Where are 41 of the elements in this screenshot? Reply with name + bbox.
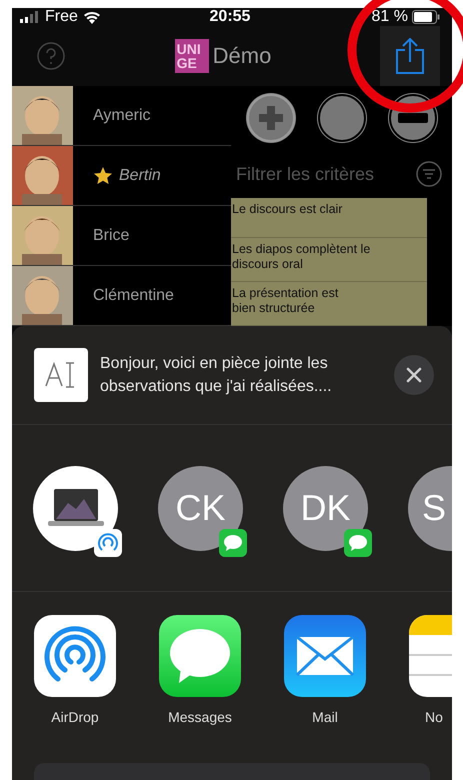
signal-icon (20, 11, 40, 23)
student-row[interactable]: Bertin (12, 146, 231, 206)
laptop-icon (48, 489, 104, 527)
logo: UNI GE (174, 39, 209, 73)
airdrop-badge-icon (94, 528, 122, 556)
envelope-icon (284, 615, 366, 697)
app-button[interactable]: No (409, 615, 452, 725)
message-badge-icon (219, 528, 247, 556)
app-button[interactable]: AirDrop (34, 615, 116, 725)
battery-icon (412, 10, 440, 24)
carrier-name: Free (45, 8, 78, 26)
round-button[interactable] (318, 94, 366, 142)
battery-percent: 81 % (372, 8, 408, 26)
close-button[interactable] (394, 355, 434, 395)
student-row[interactable]: Aymeric (12, 86, 231, 146)
star-icon (93, 166, 113, 186)
wifi-icon (82, 10, 101, 24)
add-button[interactable] (246, 94, 294, 142)
app-button[interactable]: Mail (284, 615, 366, 725)
app-button[interactable]: Messages (159, 615, 241, 725)
criterion-item[interactable]: Les diapos complètent le discours oral (231, 238, 427, 282)
share-button[interactable] (380, 26, 440, 86)
student-name: Clémentine (93, 286, 174, 304)
student-name: Bertin (93, 166, 161, 186)
filter-icon[interactable] (416, 161, 442, 187)
text-document-icon (34, 348, 88, 402)
criterion-item[interactable]: Le discours est clair (231, 198, 427, 238)
share-icon (396, 38, 424, 74)
clock-time: 20:55 (210, 8, 250, 25)
speech-bubble-icon (159, 615, 241, 697)
student-name: Aymeric (93, 106, 150, 124)
student-name: Brice (93, 226, 130, 244)
share-message: Bonjour, voici en pièce jointe les observations que j'ai réalisées.... (100, 354, 333, 397)
app-title: Démo (212, 43, 272, 69)
close-icon (406, 367, 422, 383)
message-badge-icon (344, 528, 372, 556)
student-row[interactable]: Clémentine (12, 266, 231, 326)
filter-field[interactable]: Filtrer les critères (236, 164, 416, 184)
student-row[interactable]: Brice (12, 206, 231, 266)
minus-icon (398, 113, 428, 123)
airdrop-icon (34, 615, 116, 697)
